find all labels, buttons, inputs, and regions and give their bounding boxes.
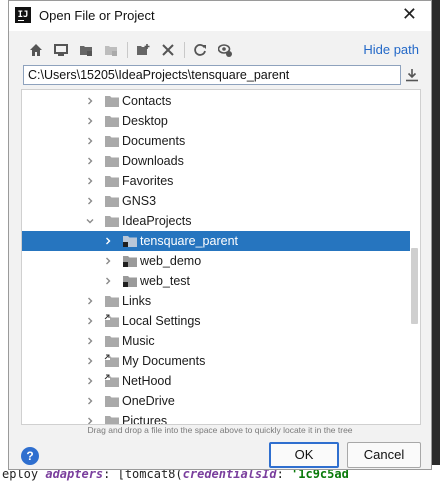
tree-row[interactable]: Desktop bbox=[22, 111, 410, 131]
tree-row-label: Documents bbox=[122, 134, 186, 148]
tree-row[interactable]: Favorites bbox=[22, 171, 410, 191]
tree-row-label: tensquare_parent bbox=[140, 234, 238, 248]
path-input[interactable]: C:\Users\15205\IdeaProjects\tensquare_pa… bbox=[23, 65, 401, 85]
tree-row-label: IdeaProjects bbox=[122, 214, 192, 228]
delete-icon[interactable] bbox=[159, 41, 177, 59]
folder-icon bbox=[104, 334, 120, 348]
tree-row[interactable]: Documents bbox=[22, 131, 410, 151]
tree-row[interactable]: Links bbox=[22, 291, 410, 311]
home-icon[interactable] bbox=[27, 41, 45, 59]
drag-drop-hint: Drag and drop a file into the space abov… bbox=[87, 425, 353, 435]
toolbar-separator bbox=[127, 42, 128, 58]
tree-row[interactable]: My Documents bbox=[22, 351, 410, 371]
refresh-icon[interactable] bbox=[191, 41, 209, 59]
tree-row-label: Links bbox=[122, 294, 152, 308]
tree-row-label: GNS3 bbox=[122, 194, 157, 208]
chevron-right-icon[interactable] bbox=[84, 371, 96, 391]
chevron-right-icon[interactable] bbox=[84, 351, 96, 371]
desktop-icon[interactable] bbox=[52, 41, 70, 59]
folder-icon bbox=[104, 154, 120, 168]
tree-row[interactable]: web_test bbox=[22, 271, 410, 291]
tree-row-label: Favorites bbox=[122, 174, 174, 188]
tree-row-label: NetHood bbox=[122, 374, 172, 388]
tree-row[interactable]: web_demo bbox=[22, 251, 410, 271]
chevron-right-icon[interactable] bbox=[84, 131, 96, 151]
tree-row[interactable]: Music bbox=[22, 331, 410, 351]
chevron-right-icon[interactable] bbox=[84, 151, 96, 171]
tree-row[interactable]: OneDrive bbox=[22, 391, 410, 411]
module-folder-icon bbox=[122, 274, 138, 288]
title-bar: IJ Open File or Project ✕ bbox=[9, 1, 431, 31]
chevron-right-icon[interactable] bbox=[84, 331, 96, 351]
chevron-right-icon[interactable] bbox=[84, 191, 96, 211]
chevron-right-icon[interactable] bbox=[102, 251, 114, 271]
file-tree[interactable]: Pictures OneDrive NetHood My Documents Music… bbox=[21, 89, 421, 425]
tree-row-label: Downloads bbox=[122, 154, 184, 168]
tree-row[interactable]: GNS3 bbox=[22, 191, 410, 211]
tree-scrollbar-thumb[interactable] bbox=[411, 248, 418, 324]
chevron-right-icon[interactable] bbox=[84, 91, 96, 111]
shortcut-folder-icon bbox=[104, 374, 120, 388]
folder-icon bbox=[104, 194, 120, 208]
tree-row-label: Music bbox=[122, 334, 155, 348]
project-folder-icon[interactable] bbox=[77, 41, 95, 59]
folder-icon bbox=[104, 94, 120, 108]
chevron-right-icon[interactable] bbox=[84, 311, 96, 331]
tree-row-label: Local Settings bbox=[122, 314, 201, 328]
module-folder-icon bbox=[122, 234, 138, 248]
tree-row[interactable]: NetHood bbox=[22, 371, 410, 391]
folder-icon bbox=[104, 214, 120, 228]
tree-row[interactable]: Pictures bbox=[22, 411, 410, 425]
tree-row-label: web_test bbox=[140, 274, 191, 288]
new-folder-icon[interactable] bbox=[134, 41, 152, 59]
background-editor-edge bbox=[0, 0, 8, 483]
folder-icon bbox=[104, 414, 120, 424]
folder-icon bbox=[104, 134, 120, 148]
chevron-right-icon[interactable] bbox=[84, 291, 96, 311]
module-folder-icon bbox=[102, 41, 120, 59]
shortcut-folder-icon bbox=[104, 354, 120, 368]
tree-row[interactable]: Downloads bbox=[22, 151, 410, 171]
toolbar-separator bbox=[184, 42, 185, 58]
dialog-title: Open File or Project bbox=[39, 8, 155, 23]
folder-icon bbox=[104, 294, 120, 308]
open-file-dialog: IJ Open File or Project ✕ Hide path C:\U… bbox=[8, 0, 432, 470]
tree-row-label: Contacts bbox=[122, 94, 172, 108]
tree-row-label: Pictures bbox=[122, 414, 168, 425]
chevron-right-icon[interactable] bbox=[84, 111, 96, 131]
folder-icon bbox=[104, 394, 120, 408]
chevron-down-icon[interactable] bbox=[84, 211, 96, 231]
tree-row[interactable]: Contacts bbox=[22, 91, 410, 111]
intellij-app-icon: IJ bbox=[15, 7, 31, 23]
help-button[interactable]: ? bbox=[21, 447, 39, 465]
ok-button[interactable]: OK bbox=[269, 442, 339, 468]
tree-row-label: My Documents bbox=[122, 354, 206, 368]
chevron-right-icon[interactable] bbox=[102, 271, 114, 291]
tree-row[interactable]: Local Settings bbox=[22, 311, 410, 331]
close-button[interactable]: ✕ bbox=[402, 4, 417, 25]
tree-row-label: Desktop bbox=[122, 114, 168, 128]
cancel-button[interactable]: Cancel bbox=[347, 442, 421, 468]
shortcut-folder-icon bbox=[104, 314, 120, 328]
download-icon[interactable] bbox=[405, 68, 419, 82]
tree-row-label: OneDrive bbox=[122, 394, 175, 408]
tree-row[interactable]: IdeaProjects bbox=[22, 211, 410, 231]
chevron-right-icon[interactable] bbox=[102, 231, 114, 251]
toolbar bbox=[27, 41, 241, 59]
folder-icon bbox=[104, 174, 120, 188]
chevron-right-icon[interactable] bbox=[84, 411, 96, 424]
module-folder-icon bbox=[122, 254, 138, 268]
tree-row[interactable]: tensquare_parent bbox=[22, 231, 410, 251]
chevron-right-icon[interactable] bbox=[84, 391, 96, 411]
folder-icon bbox=[104, 114, 120, 128]
show-hidden-icon[interactable] bbox=[216, 41, 234, 59]
hide-path-link[interactable]: Hide path bbox=[363, 42, 419, 57]
tree-row-label: web_demo bbox=[140, 254, 202, 268]
chevron-right-icon[interactable] bbox=[84, 171, 96, 191]
